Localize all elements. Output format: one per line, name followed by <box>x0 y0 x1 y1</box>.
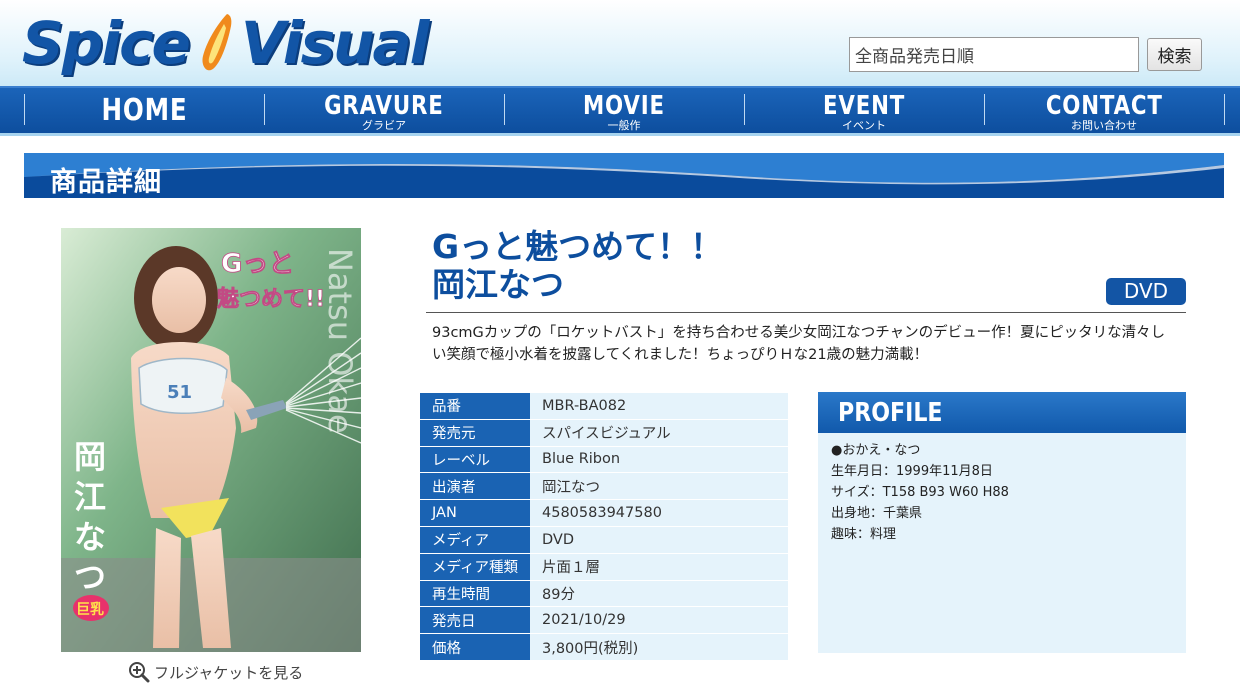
zoom-in-icon <box>129 662 150 683</box>
nav-item-label: EVENT <box>822 90 906 121</box>
spec-value: スパイスビジュアル <box>530 419 788 446</box>
site-logo[interactable]: Spice Visual <box>22 6 430 80</box>
profile-line: サイズ：T158 B93 W60 H88 <box>831 485 1009 500</box>
profile-line: 趣味：料理 <box>831 527 897 542</box>
profile-line: 生年月日：1999年11月8日 <box>831 464 993 479</box>
spec-row: 発売日 2021/10/29 <box>420 607 788 634</box>
spec-row: 価格 3,800円(税別) <box>420 634 788 660</box>
spec-key: 価格 <box>420 634 530 660</box>
cover-title-line1: Gっと <box>221 249 294 279</box>
cover-name-2: 江 <box>74 478 106 516</box>
cover-name-4: つ <box>74 558 106 596</box>
spec-value: MBR-BA082 <box>530 393 788 419</box>
spec-row: レーベル Blue Ribon <box>420 446 788 473</box>
spec-row: 再生時間 89分 <box>420 580 788 607</box>
spec-key: 品番 <box>420 393 530 419</box>
nav-item-contact[interactable]: CONTACT お問い合わせ <box>984 88 1224 133</box>
nav-item-label: CONTACT <box>1045 90 1163 121</box>
page-title: 商品詳細 <box>50 167 162 198</box>
spec-key: JAN <box>420 500 530 526</box>
full-jacket-link[interactable]: フルジャケットを見る <box>128 661 303 683</box>
spec-key: 発売元 <box>420 419 530 446</box>
spec-value: 3,800円(税別) <box>530 634 788 660</box>
profile-line: 出身地：千葉県 <box>831 506 923 521</box>
nav-item-movie[interactable]: MOVIE 一般作 <box>504 88 744 133</box>
nav-item-event[interactable]: EVENT イベント <box>744 88 984 133</box>
spec-row: メディア種類 片面１層 <box>420 553 788 580</box>
nav-item-label: MOVIE <box>583 90 665 121</box>
product-title-line1: Gっと魅つめて！！ <box>432 227 724 266</box>
svg-text:51: 51 <box>167 382 192 403</box>
spec-key: 発売日 <box>420 607 530 634</box>
spec-value: 89分 <box>530 580 788 607</box>
full-jacket-label: フルジャケットを見る <box>154 663 304 682</box>
spec-row: 発売元 スパイスビジュアル <box>420 419 788 446</box>
cover-name-3: な <box>74 518 106 556</box>
cover-title-line2: 魅つめて!! <box>217 286 325 312</box>
profile-box: PROFILE ●おかえ・なつ生年月日：1999年11月8日サイズ：T158 B… <box>818 392 1186 653</box>
spec-key: 再生時間 <box>420 580 530 607</box>
spec-key: 出演者 <box>420 473 530 500</box>
svg-text:巨乳: 巨乳 <box>76 601 104 618</box>
product-jacket-image[interactable]: 51 Gっと 魅つめて!! Natsu Okae 岡 江 な つ 巨乳 <box>61 228 361 652</box>
profile-heading-text: PROFILE <box>838 398 943 428</box>
nav-item-sublabel: イベント <box>842 118 886 132</box>
logo-text-visual: Visual <box>240 9 430 77</box>
search-input[interactable] <box>849 37 1139 72</box>
spec-value: 2021/10/29 <box>530 607 788 634</box>
spec-key: メディア <box>420 526 530 553</box>
product-title-line2: 岡江なつ <box>432 264 564 304</box>
spec-key: レーベル <box>420 446 530 473</box>
spec-row: 出演者 岡江なつ <box>420 473 788 500</box>
media-type-badge: DVD <box>1106 278 1186 305</box>
spec-value: 片面１層 <box>530 553 788 580</box>
nav-item-gravure[interactable]: GRAVURE グラビア <box>264 88 504 133</box>
nav-item-sublabel: 一般作 <box>607 118 641 132</box>
site-header: Spice Visual 検索 <box>0 0 1240 86</box>
spec-row: 品番 MBR-BA082 <box>420 393 788 419</box>
cover-name-1: 岡 <box>74 438 106 476</box>
profile-body: ●おかえ・なつ生年月日：1999年11月8日サイズ：T158 B93 W60 H… <box>818 433 1186 552</box>
divider <box>426 312 1186 313</box>
spec-value: DVD <box>530 526 788 553</box>
section-banner: 商品詳細 <box>24 153 1224 198</box>
spec-row: メディア DVD <box>420 526 788 553</box>
spec-value: 4580583947580 <box>530 500 788 526</box>
product-title: Gっと魅つめて！！ 岡江なつ <box>432 228 723 304</box>
profile-line: ●おかえ・なつ <box>831 443 921 458</box>
nav-spacer <box>1224 88 1240 133</box>
cover-romaji: Natsu Okae <box>321 248 359 434</box>
wave-decoration <box>24 153 1224 185</box>
search-button[interactable]: 検索 <box>1147 38 1202 71</box>
nav-item-sublabel: お問い合わせ <box>1071 118 1137 132</box>
spec-key: メディア種類 <box>420 553 530 580</box>
main-nav: HOME GRAVURE グラビア MOVIE 一般作 EVENT イベント C… <box>0 86 1240 136</box>
logo-text-spice: Spice <box>22 9 191 77</box>
nav-item-label: GRAVURE <box>324 90 444 121</box>
spec-table: 品番 MBR-BA082 発売元 スパイスビジュアル レーベル Blue Ribon 出演者… <box>420 392 788 661</box>
profile-heading: PROFILE <box>818 392 1186 433</box>
spec-value: Blue Ribon <box>530 446 788 473</box>
nav-item-sublabel: グラビア <box>362 118 406 132</box>
nav-item-label: HOME <box>100 92 188 128</box>
flame-icon <box>202 14 232 71</box>
product-description: 93cmGカップの「ロケットバスト」を持ち合わせる美少女岡江なつチャンのデビュー… <box>432 325 1166 363</box>
nav-item-home[interactable]: HOME <box>24 88 264 133</box>
spec-value: 岡江なつ <box>530 473 788 500</box>
spec-row: JAN 4580583947580 <box>420 500 788 526</box>
